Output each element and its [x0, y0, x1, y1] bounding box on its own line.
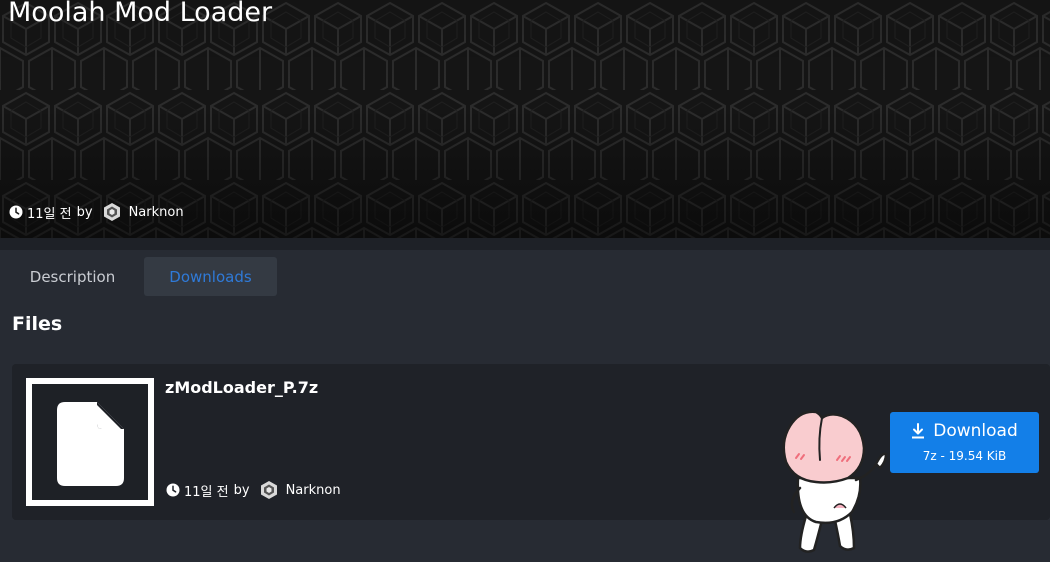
download-file-info: 7z - 19.54 KiB — [922, 449, 1007, 463]
download-button-main: Download — [890, 421, 1039, 441]
tab-description[interactable]: Description — [12, 257, 133, 296]
file-icon — [57, 402, 124, 486]
clock-icon — [9, 205, 23, 219]
tab-downloads[interactable]: Downloads — [144, 257, 277, 296]
file-card: zModLoader_P.7z 11일 전 by Narknon Downloa… — [12, 364, 1050, 520]
file-author-link[interactable]: Narknon — [286, 483, 341, 498]
download-icon — [912, 423, 925, 439]
download-label: Download — [933, 421, 1018, 441]
mod-banner: Moolah Mod Loader 11일 전 by Narknon — [0, 0, 1050, 238]
page-title: Moolah Mod Loader — [8, 0, 273, 28]
file-name: zModLoader_P.7z — [165, 378, 319, 397]
banner-time: 11일 전 — [27, 206, 72, 222]
author-avatar-icon[interactable] — [259, 480, 279, 500]
clock-icon — [166, 483, 180, 497]
tab-bar: Description Downloads — [0, 257, 1050, 296]
banner-author-link[interactable]: Narknon — [129, 205, 184, 220]
banner-meta: 11일 전 by Narknon — [9, 202, 184, 222]
files-heading: Files — [12, 313, 63, 335]
banner-divider — [0, 238, 1050, 250]
banner-by: by — [76, 204, 93, 220]
file-by: by — [233, 482, 250, 498]
peach-sticker — [782, 410, 888, 553]
file-time: 11일 전 — [184, 484, 229, 500]
file-thumbnail — [26, 378, 154, 506]
file-meta: 11일 전 by Narknon — [166, 480, 341, 500]
author-avatar-icon[interactable] — [102, 202, 122, 222]
download-button[interactable]: Download 7z - 19.54 KiB — [890, 412, 1039, 473]
